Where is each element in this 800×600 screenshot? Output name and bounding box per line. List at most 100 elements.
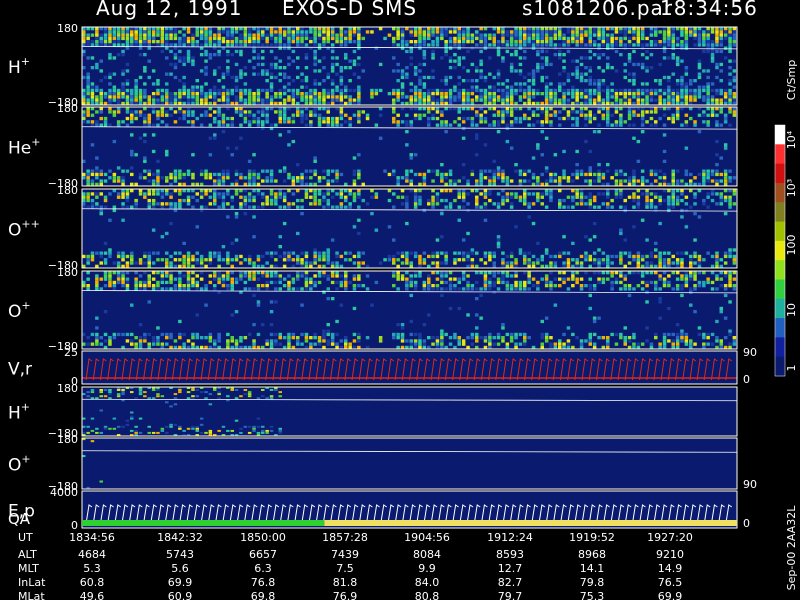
heatmap-cell [523,280,527,285]
heatmap-cell [112,287,117,291]
heatmap-cell [178,192,182,196]
heatmap-cell [352,261,357,265]
heatmap-cell [422,43,427,47]
heatmap-cell [597,130,601,134]
heatmap-cell [112,98,117,102]
heatmap-cell [400,69,405,73]
heatmap-cell [667,284,671,288]
heatmap-cell [90,120,95,124]
heatmap-cell [715,254,719,259]
heatmap-cell [418,88,422,93]
heatmap-cell [322,169,326,173]
heatmap-cell [282,258,287,262]
heatmap-cell [344,95,348,99]
heatmap-cell [400,95,405,99]
heatmap-cell [431,56,435,60]
heatmap-cell [706,113,710,117]
heatmap-cell [90,33,95,37]
heatmap-cell [344,56,348,60]
heatmap-cell [571,172,575,177]
chart-canvas: 180−180H+180−180He+180−180O++180−180O+25… [8,22,798,600]
heatmap-cell [186,53,191,57]
heatmap-cell [614,40,619,44]
heatmap-cell [252,43,256,47]
heatmap-cell [357,231,361,236]
heatmap-cell [571,92,575,96]
heatmap-cell [130,342,134,346]
heatmap-cell [134,202,138,206]
heatmap-cell [553,172,558,177]
heatmap-cell [440,98,444,102]
heatmap-cell [392,98,396,102]
heatmap-cell [640,274,645,278]
heatmap-cell [147,113,151,117]
heatmap-cell [509,30,514,34]
heatmap-cell [191,277,195,281]
heatmap-cell [588,258,592,262]
heatmap-cell [453,85,457,89]
heatmap-cell [265,98,269,102]
heatmap-cell [357,36,361,41]
heatmap-cell [199,69,204,73]
heatmap-cell [544,169,549,173]
heatmap-cell [256,95,261,99]
heatmap-cell [619,228,623,232]
heatmap-cell [597,79,601,83]
heatmap-cell [640,98,645,102]
heatmap-cell [623,205,627,209]
heatmap-cell [130,332,134,337]
heatmap-cell [221,98,226,102]
heatmap-cell [221,205,226,209]
heatmap-cell [654,110,658,114]
heatmap-cell [632,110,636,114]
heatmap-cell [191,284,195,288]
heatmap-cell [645,98,649,102]
heatmap-cell [378,136,383,140]
heatmap-cell [509,66,514,70]
heatmap-cell [715,66,719,70]
heatmap-cell [719,88,723,93]
heatmap-cell [344,251,348,255]
heatmap-cell [182,43,186,47]
heatmap-cell [470,172,475,177]
heatmap-cell [483,274,488,278]
heatmap-cell [409,169,413,173]
heatmap-cell [116,120,121,124]
heatmap-cell [313,159,317,163]
heatmap-cell [702,36,706,41]
heatmap-cell [667,251,671,255]
heatmap-cell [597,88,601,93]
heatmap-cell [330,238,335,242]
heatmap-cell [723,143,728,147]
heatmap-cell [479,192,483,196]
heatmap-cell [247,176,252,180]
heatmap-cell [680,75,684,80]
heatmap-cell [191,153,195,157]
heatmap-cell [540,342,544,346]
heatmap-cell [523,192,527,196]
heatmap-cell [326,172,330,177]
heatmap-cell [165,336,169,340]
heatmap-cell [282,205,287,209]
heatmap-cell [601,79,606,83]
heatmap-cell [575,261,579,265]
heatmap-cell [82,30,86,34]
heatmap-cell [313,98,317,102]
heatmap-cell [623,75,627,80]
heatmap-cell [82,431,86,434]
heatmap-cell [282,116,287,121]
heatmap-cell [654,284,658,288]
heatmap-cell [339,205,344,209]
heatmap-cell [221,72,226,76]
heatmap-cell [230,53,234,57]
heatmap-cell [492,40,496,44]
heatmap-cell [226,49,230,54]
heatmap-cell [226,176,230,180]
heatmap-cell [226,30,230,34]
heatmap-cell [728,79,732,83]
heatmap-cell [387,258,392,262]
heatmap-cell [186,95,191,99]
heatmap-cell [186,56,191,60]
heatmap-cell [252,72,256,76]
heatmap-cell [296,176,300,180]
